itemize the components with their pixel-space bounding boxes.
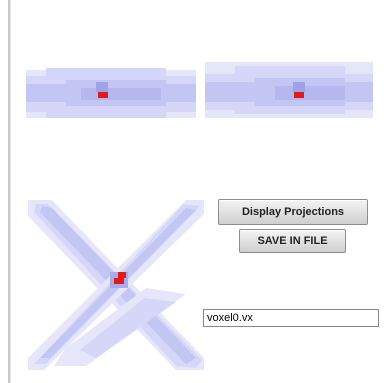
left-panel-border-highlight	[10, 0, 11, 383]
voxel-projection-top-right[interactable]	[205, 60, 373, 122]
save-in-file-button[interactable]: SAVE IN FILE	[239, 229, 346, 253]
voxel-projection-bottom-left-canvas	[28, 200, 204, 370]
selected-voxel-marker	[98, 92, 108, 98]
display-projections-button[interactable]: Display Projections	[218, 199, 368, 225]
filename-input[interactable]	[203, 309, 379, 327]
voxel-projection-top-left-canvas	[26, 68, 196, 118]
voxel-projection-bottom-left[interactable]	[26, 198, 206, 370]
selected-voxel-marker	[294, 92, 304, 98]
voxel-projection-top-right-canvas	[205, 62, 373, 118]
voxel-projection-top-left[interactable]	[26, 60, 196, 122]
